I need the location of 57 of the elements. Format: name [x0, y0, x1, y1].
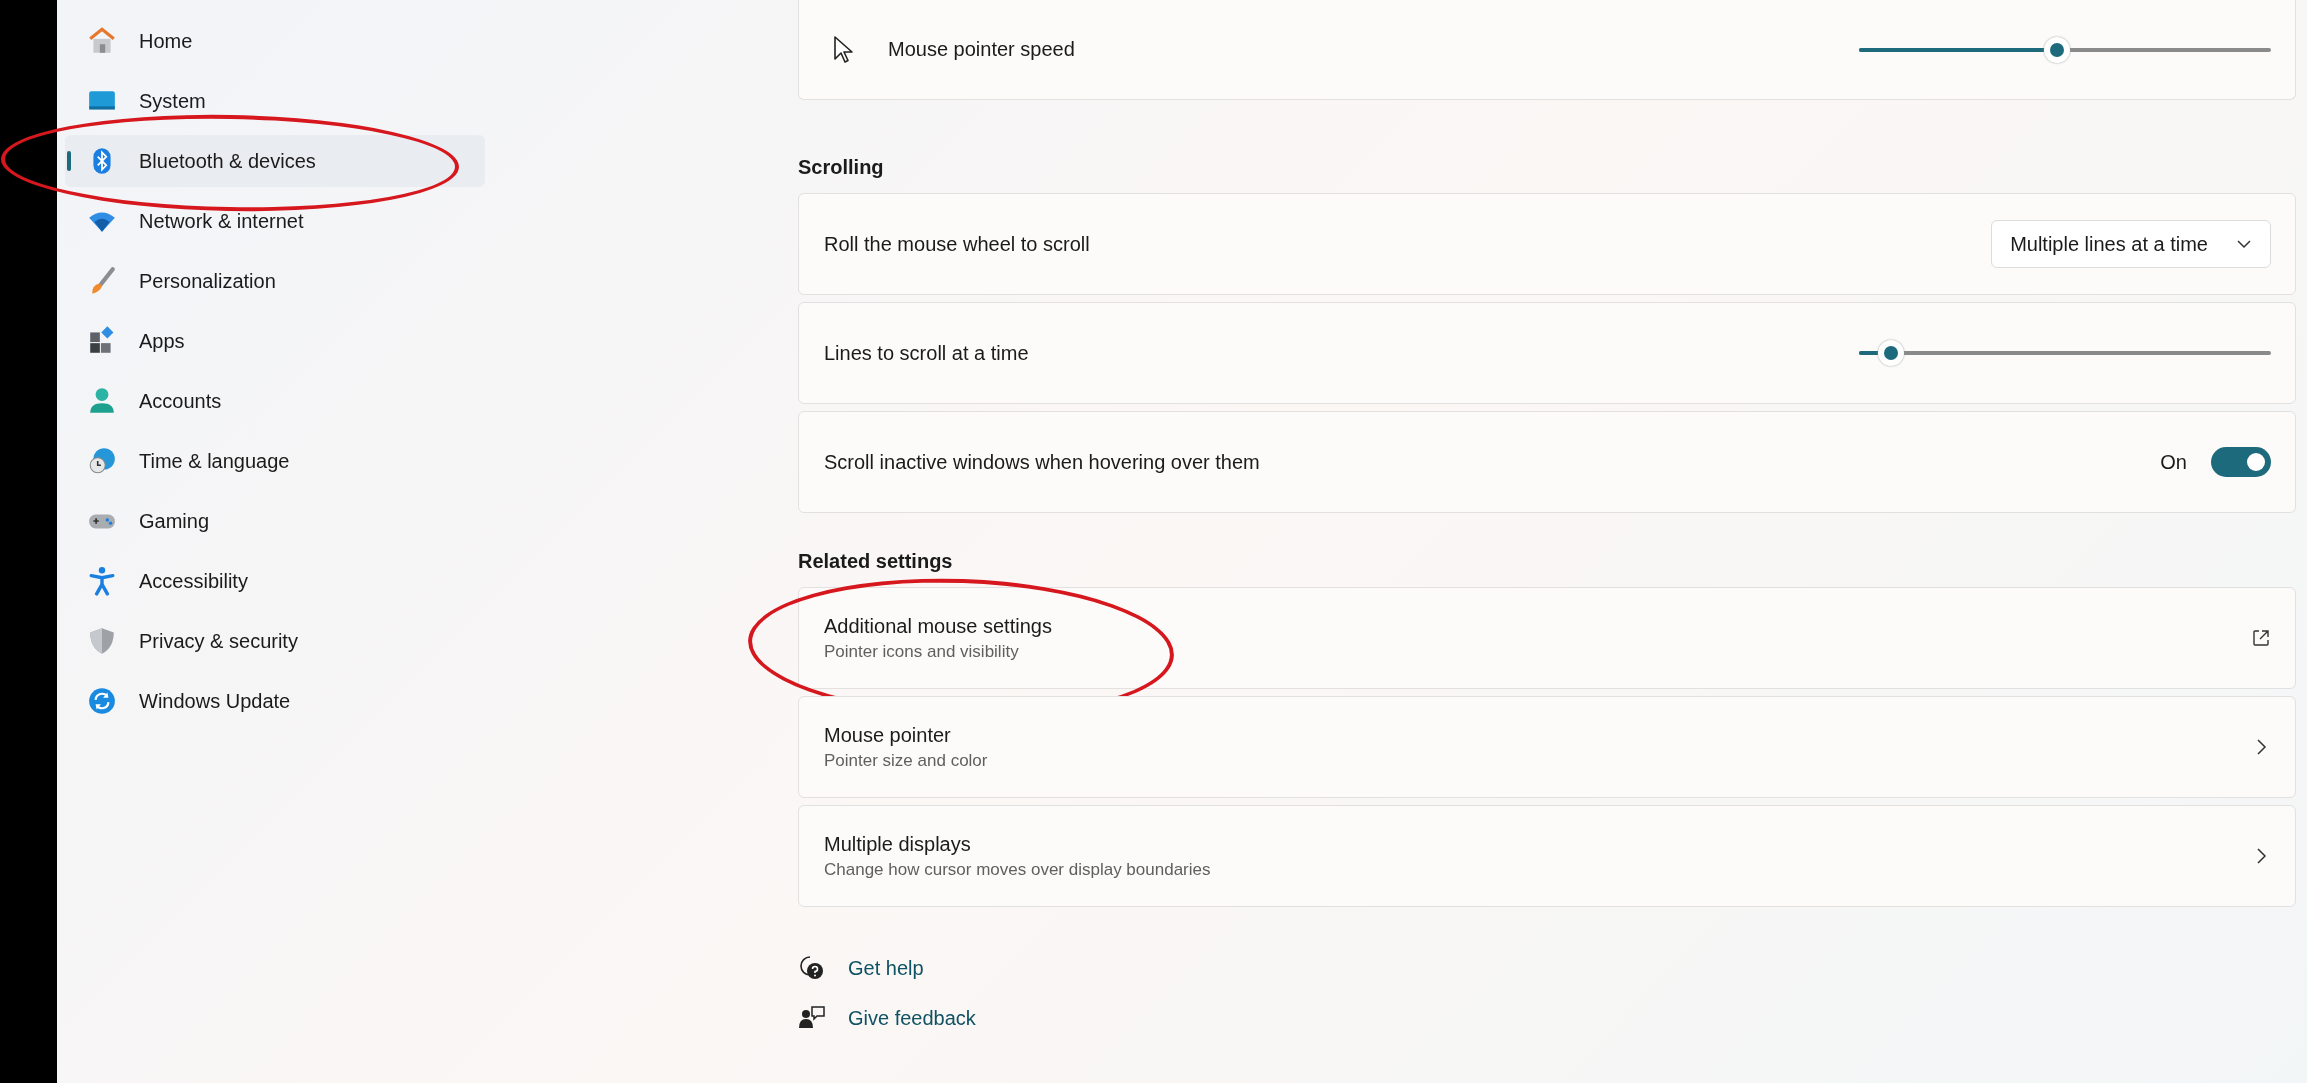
nav-item[interactable]: Accounts — [65, 375, 485, 427]
nav-item[interactable]: Home — [65, 15, 485, 67]
slider-thumb[interactable] — [1878, 340, 1905, 366]
nav-item[interactable]: Accessibility — [65, 555, 485, 607]
accessibility-icon — [87, 566, 117, 596]
nav-item[interactable]: Gaming — [65, 495, 485, 547]
nav-label: Accounts — [139, 389, 222, 413]
nav-label: Time & language — [139, 449, 290, 473]
nav-item[interactable]: Personalization — [65, 255, 485, 307]
settings-link-card[interactable]: Multiple displays Change how cursor moves over display boundaries — [798, 805, 2296, 907]
shield-icon — [87, 626, 117, 656]
slider-track[interactable] — [1859, 36, 2271, 63]
nav-label: Apps — [139, 329, 185, 353]
help-icon — [798, 954, 826, 982]
nav-label: Privacy & security — [139, 629, 298, 653]
setting-label: Scroll inactive windows when hovering over them — [824, 450, 1261, 474]
section-heading: Related settings — [798, 550, 954, 573]
setting-title: Additional mouse settings — [824, 614, 1053, 638]
update-icon — [87, 686, 117, 716]
section-heading: Scrolling — [798, 156, 885, 179]
nav-label: Network & internet — [139, 209, 304, 233]
help-link[interactable]: Give feedback — [848, 1006, 976, 1030]
slider-track[interactable] — [1859, 340, 2271, 366]
nav-item[interactable]: System — [65, 75, 485, 127]
nav-item[interactable]: Windows Update — [65, 675, 485, 727]
toggle-state-label: On — [2160, 450, 2187, 474]
nav-label: System — [139, 89, 206, 113]
setting-label: Roll the mouse wheel to scroll — [824, 232, 1091, 256]
settings-link-card[interactable]: Additional mouse settings Pointer icons and visibility — [798, 587, 2296, 689]
settings-link-card[interactable]: Mouse pointer Pointer size and color — [798, 696, 2296, 798]
nav-item[interactable]: Bluetooth & devices — [65, 135, 485, 187]
nav-label: Home — [139, 29, 193, 53]
help-link[interactable]: Get help — [848, 956, 924, 980]
chevron-down-icon — [2236, 239, 2252, 249]
nav-item[interactable]: Time & language — [65, 435, 485, 487]
nav-label: Personalization — [139, 269, 276, 293]
setting-description: Pointer size and color — [824, 750, 989, 771]
setting-label: Mouse pointer speed — [888, 38, 1076, 61]
setting-description: Pointer icons and visibility — [824, 641, 1020, 662]
external-link-icon — [2251, 628, 2271, 648]
person-icon — [87, 386, 117, 416]
nav-label: Accessibility — [139, 569, 248, 593]
toggle-switch[interactable] — [2211, 447, 2271, 477]
setting-label: Lines to scroll at a time — [824, 341, 1030, 365]
slider-thumb[interactable] — [2044, 36, 2071, 63]
nav-item[interactable]: Privacy & security — [65, 615, 485, 667]
setting-title: Mouse pointer — [824, 723, 952, 747]
dropdown[interactable]: Multiple lines at a time — [1991, 220, 2271, 268]
home-icon — [87, 26, 117, 56]
nav-label: Windows Update — [139, 689, 291, 713]
nav-item[interactable]: Apps — [65, 315, 485, 367]
globe-clock-icon — [87, 446, 117, 476]
setting-description: Change how cursor moves over display boundaries — [824, 859, 1212, 880]
nav-label: Bluetooth & devices — [139, 149, 316, 173]
nav-label: Gaming — [139, 509, 210, 533]
setting-title: Multiple displays — [824, 832, 972, 856]
nav-item[interactable]: Network & internet — [65, 195, 485, 247]
